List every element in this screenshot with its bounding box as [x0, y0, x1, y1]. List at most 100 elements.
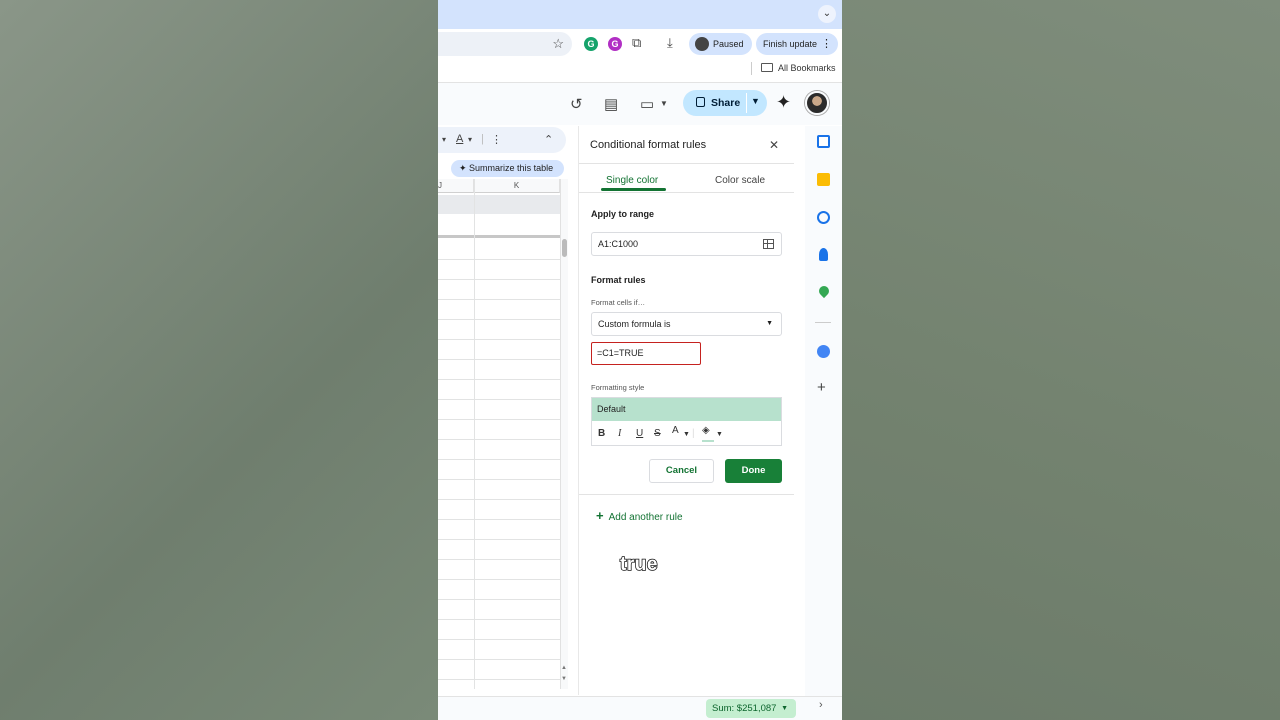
tab-single-color[interactable]: Single color	[606, 175, 658, 186]
all-bookmarks-link[interactable]: All Bookmarks	[778, 63, 836, 73]
chevron-right-icon[interactable]: ›	[819, 699, 823, 711]
row-line	[438, 679, 560, 680]
bookmark-star-icon[interactable]: ☆	[552, 36, 564, 52]
address-bar[interactable]: ☆	[438, 32, 572, 56]
comments-icon[interactable]: ▤	[604, 95, 618, 113]
custom-formula-input[interactable]: =C1=TRUE	[591, 342, 701, 365]
dropdown-icon[interactable]: ▾	[442, 135, 446, 144]
text-color-icon[interactable]: A	[456, 133, 463, 145]
select-range-icon[interactable]	[763, 239, 774, 249]
condition-select[interactable]: Custom formula is ▼	[591, 312, 782, 336]
vertical-scrollbar[interactable]: ▲ ▼	[560, 179, 568, 689]
format-cells-if-label: Format cells if…	[591, 298, 646, 307]
formula-value: =C1=TRUE	[597, 348, 644, 358]
range-input[interactable]: A1:C1000	[591, 232, 782, 256]
fill-color-icon[interactable]: ◈	[702, 425, 710, 436]
panel-divider	[579, 192, 794, 193]
browser-toolbar: ☆ G G ⧉ ⤓ Paused Finish update ⋮	[438, 29, 842, 59]
style-preview-label: Default	[597, 404, 626, 414]
version-history-icon[interactable]: ↺	[570, 95, 583, 113]
gemini-sparkle-icon[interactable]: ✦	[776, 92, 791, 113]
bottom-bar: Sum: $251,087 ▼ ›	[438, 696, 842, 720]
row-line	[438, 379, 560, 380]
fill-color-swatch	[702, 440, 714, 442]
background-left	[0, 0, 438, 720]
tab-color-scale[interactable]: Color scale	[715, 175, 765, 186]
toolbar-divider: |	[481, 133, 484, 145]
row-line	[438, 299, 560, 300]
style-preview[interactable]: Default	[592, 398, 781, 421]
spreadsheet-grid[interactable]: J K	[438, 179, 560, 689]
grammarly-extension-icon[interactable]: G	[584, 37, 598, 51]
fill-color-dropdown-icon[interactable]: ▼	[716, 431, 723, 438]
tasks-icon[interactable]	[817, 211, 830, 224]
conditional-format-panel: Conditional format rules ✕ Single color …	[578, 126, 794, 695]
share-button[interactable]: Share ▼	[683, 90, 767, 116]
header-row-fill	[438, 195, 560, 214]
row-line	[438, 479, 560, 480]
strikethrough-icon[interactable]: S	[654, 428, 661, 439]
text-color-dropdown-icon[interactable]: ▼	[683, 431, 690, 438]
text-color-dropdown-icon[interactable]: ▾	[468, 135, 472, 144]
plus-icon: +	[596, 508, 604, 523]
column-header-k[interactable]: K	[474, 179, 560, 193]
calendar-icon[interactable]	[817, 135, 830, 148]
formatting-toolbar: ▾ A ▾ | ⋮ ⌃	[438, 127, 566, 153]
addon-icon[interactable]	[817, 345, 830, 358]
contacts-icon[interactable]	[819, 248, 828, 261]
italic-icon[interactable]: I	[618, 428, 621, 439]
panel-title: Conditional format rules	[590, 139, 707, 151]
done-button[interactable]: Done	[725, 459, 782, 483]
extension-icon[interactable]: G	[608, 37, 622, 51]
keep-icon[interactable]	[817, 173, 830, 186]
summarize-table-chip[interactable]: ✦ Summarize this table	[451, 160, 564, 177]
row-line	[438, 539, 560, 540]
account-avatar[interactable]	[805, 91, 829, 115]
formatting-style-label: Formatting style	[591, 383, 645, 392]
extensions-puzzle-icon[interactable]: ⧉	[632, 35, 641, 51]
side-rail: +	[805, 126, 842, 696]
finish-update-button[interactable]: Finish update ⋮	[756, 33, 838, 55]
cancel-button[interactable]: Cancel	[649, 459, 714, 483]
more-options-icon[interactable]: ⋮	[491, 133, 502, 146]
background-right	[842, 0, 1280, 720]
share-dropdown-icon[interactable]: ▼	[751, 96, 760, 106]
row-line	[438, 359, 560, 360]
download-icon[interactable]: ⤓	[667, 35, 673, 51]
lock-icon	[696, 97, 705, 107]
condition-value: Custom formula is	[598, 319, 671, 329]
tab-search-icon[interactable]: ⌄	[818, 5, 836, 23]
profile-paused-chip[interactable]: Paused	[689, 33, 752, 55]
scroll-up-icon[interactable]: ▲	[561, 665, 567, 671]
row-line	[438, 339, 560, 340]
add-another-rule-button[interactable]: + Add another rule	[596, 508, 683, 523]
scroll-down-icon[interactable]: ▼	[561, 676, 567, 682]
meet-dropdown-icon[interactable]: ▼	[660, 99, 668, 108]
close-icon[interactable]: ✕	[769, 138, 779, 152]
bold-icon[interactable]: B	[598, 428, 605, 439]
maps-icon[interactable]	[816, 283, 832, 299]
get-addons-plus-icon[interactable]: +	[817, 379, 826, 396]
collapse-toolbar-icon[interactable]: ⌃	[544, 133, 553, 146]
text-color-icon[interactable]: A	[672, 425, 679, 436]
row-line	[438, 639, 560, 640]
row-line	[438, 559, 560, 560]
sheets-header: ↺ ▤ ▭ ▼ Share ▼ ✦	[438, 83, 842, 125]
bookmarks-divider	[751, 62, 752, 75]
sum-indicator[interactable]: Sum: $251,087 ▼	[706, 699, 796, 718]
share-divider	[746, 93, 747, 113]
column-header-j[interactable]: J	[438, 179, 474, 193]
row-line	[438, 399, 560, 400]
bookmarks-bar: All Bookmarks	[438, 59, 842, 79]
scrollbar-thumb[interactable]	[562, 239, 567, 257]
row-line	[438, 579, 560, 580]
underline-icon[interactable]: U	[636, 428, 643, 439]
browser-window: ⌄ ☆ G G ⧉ ⤓ Paused Finish update ⋮ All B…	[438, 0, 842, 720]
folder-icon	[761, 63, 773, 72]
share-label: Share	[711, 97, 741, 109]
row-line	[438, 619, 560, 620]
sparkle-icon: ✦	[459, 163, 470, 173]
summarize-label: Summarize this table	[469, 163, 554, 173]
freeze-line	[438, 235, 560, 238]
meet-video-icon[interactable]: ▭	[640, 95, 654, 113]
